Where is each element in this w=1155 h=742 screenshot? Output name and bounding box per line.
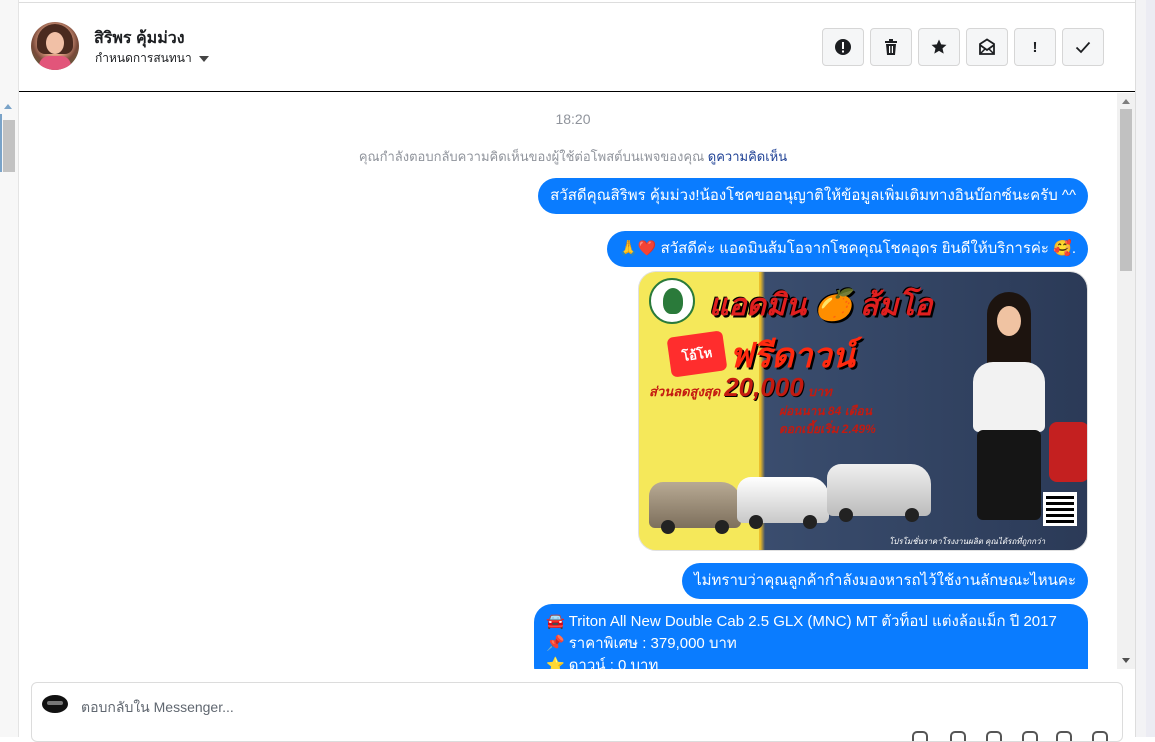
star-icon — [931, 39, 947, 54]
conversation-header: สิริพร คุ้มม่วง กำหนดการสนทนา ! — [19, 2, 1135, 92]
notice-text: คุณกำลังตอบกลับความคิดเห็นของผู้ใช้ต่อโพ… — [358, 149, 705, 164]
sent-message-bubble: 🙏❤️ สวัสดีค่ะ แอดมินส้มโอจากโชคคุณโชคอุดร… — [607, 231, 1088, 267]
promo-badge: โอ้โห — [666, 330, 728, 378]
car-emoji: 🚘 — [546, 613, 565, 630]
message-line-text: ราคาพิเศษ : 379,000 บาท — [568, 635, 737, 652]
checkmark-icon — [1075, 41, 1091, 54]
caret-down-icon — [198, 55, 209, 62]
right-edge-panel — [1135, 0, 1155, 737]
admin-shirt — [973, 362, 1045, 432]
reply-input[interactable]: ตอบกลับใน Messenger... — [81, 697, 234, 719]
discount-unit: บาท — [807, 384, 832, 399]
white-pickup-graphic — [737, 477, 829, 529]
emoji-icon[interactable] — [1022, 731, 1038, 741]
message-line: 🚘 Triton All New Double Cab 2.5 GLX (MNC)… — [546, 611, 1076, 633]
message-text: สวัสดีค่ะ แอดมินส้มโอจากโชคคุณโชคอุดร ยิ… — [660, 240, 1049, 257]
qr-code — [1043, 492, 1077, 526]
payment-icon[interactable] — [1056, 731, 1072, 741]
left-scrollbar-thumb[interactable] — [3, 120, 15, 172]
mark-unread-button[interactable] — [966, 28, 1008, 66]
smiling-face-hearts-emoji: 🥰. — [1053, 240, 1076, 257]
discount-prefix: ส่วนลดสูงสุด — [649, 384, 721, 399]
contact-avatar[interactable] — [31, 22, 79, 70]
manage-conversation-label: กำหนดการสนทนา — [95, 51, 192, 65]
messenger-inbox-window: สิริพร คุ้มม่วง กำหนดการสนทนา ! 18:20 คุ… — [0, 0, 1155, 742]
right-edge-stripe — [1146, 0, 1155, 737]
report-spam-button[interactable] — [822, 28, 864, 66]
sent-message-bubble: 🚘 Triton All New Double Cab 2.5 GLX (MNC)… — [534, 604, 1088, 669]
pushpin-emoji: 📌 — [546, 635, 565, 652]
view-comment-link[interactable]: ดูความคิดเห็น — [708, 149, 787, 164]
promo-image-attachment[interactable]: แอดมิน 🍊 ส้มโอ โอ้โห ฟรีดาวน์ ส่วนลดสูงส… — [638, 271, 1088, 551]
avatar-face — [46, 32, 64, 54]
composer-toolbar — [910, 731, 1110, 741]
scroll-up-arrow-icon[interactable] — [1122, 99, 1130, 104]
sedan-car-graphic — [649, 482, 741, 534]
star-conversation-button[interactable] — [918, 28, 960, 66]
message-line-text: ดาวน์ : 0 บาท — [568, 657, 659, 669]
promo-discount: ส่วนลดสูงสุด 20,000 บาท — [649, 372, 832, 403]
comment-reply-notice: คุณกำลังตอบกลับความคิดเห็นของผู้ใช้ต่อโพ… — [19, 146, 1117, 167]
promo-footer: โปรโมชั่นราคาโรงงานผลิต คุณได้รถที่ถูกกว… — [889, 537, 1046, 546]
important-label: ! — [1032, 38, 1038, 56]
message-thread: 18:20 คุณกำลังตอบกลับความคิดเห็นของผู้ใช… — [19, 93, 1117, 669]
admin-pants — [977, 430, 1041, 520]
page-logo-icon — [42, 695, 68, 713]
promo-installment: ผ่อนนาน 84 เดือน — [779, 404, 872, 418]
trash-icon — [885, 39, 897, 55]
message-line: ⭐ ดาวน์ : 0 บาท — [546, 655, 1076, 669]
message-line-text: Triton All New Double Cab 2.5 GLX (MNC) … — [568, 613, 1057, 630]
dealer-logo — [649, 278, 695, 324]
pray-heart-emoji: 🙏❤️ — [619, 240, 657, 257]
promo-title: แอดมิน 🍊 ส้มโอ — [709, 289, 933, 322]
star-emoji: ⭐ — [546, 657, 565, 669]
cargo-pickup-graphic — [827, 464, 931, 522]
message-line: 📌 ราคาพิเศษ : 379,000 บาท — [546, 633, 1076, 655]
contact-name[interactable]: สิริพร คุ้มม่วง — [94, 26, 185, 51]
mark-important-button[interactable]: ! — [1014, 28, 1056, 66]
like-icon[interactable] — [1092, 731, 1108, 741]
mark-done-button[interactable] — [1062, 28, 1104, 66]
tag-icon[interactable] — [950, 731, 966, 741]
reply-composer[interactable]: ตอบกลับใน Messenger... — [31, 682, 1123, 742]
alert-circle-icon — [835, 39, 851, 55]
saved-reply-icon[interactable] — [986, 731, 1002, 741]
scrollbar-thumb[interactable] — [1120, 109, 1132, 271]
left-scroll-up-arrow-icon[interactable] — [4, 104, 12, 109]
admin-face — [997, 306, 1021, 336]
avatar-shirt — [39, 56, 71, 70]
sent-message-bubble: สวัสดีคุณสิริพร คุ้มม่วง!น้องโชคขออนุญาต… — [538, 178, 1088, 214]
selection-indicator — [0, 114, 2, 172]
thread-scrollbar[interactable] — [1117, 93, 1135, 669]
discount-amount: 20,000 — [724, 372, 804, 402]
scroll-down-arrow-icon[interactable] — [1122, 658, 1130, 663]
attach-file-icon[interactable] — [912, 731, 928, 741]
promo-interest: ดอกเบี้ยเริ่ม 2.49% — [779, 422, 876, 436]
left-scroll-gutter — [0, 0, 19, 737]
manage-conversation-dropdown[interactable]: กำหนดการสนทนา — [95, 49, 209, 68]
sent-message-bubble: ไม่ทราบว่าคุณลูกค้ากำลังมองหารถไว้ใช้งาน… — [682, 563, 1088, 599]
envelope-icon — [979, 38, 995, 55]
delete-conversation-button[interactable] — [870, 28, 912, 66]
message-timestamp: 18:20 — [555, 111, 591, 127]
